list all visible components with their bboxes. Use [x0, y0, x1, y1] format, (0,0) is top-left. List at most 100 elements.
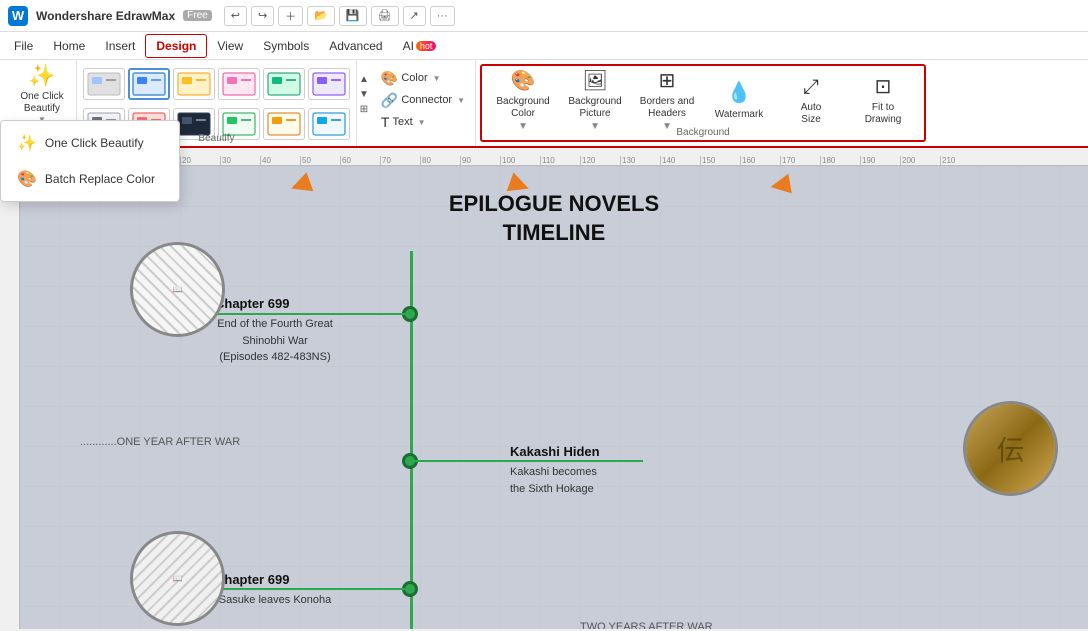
open-button[interactable]: 📂 [307, 6, 335, 26]
ribbon-background-section: 🎨 BackgroundColor ▼ 🖼 BackgroundPicture … [480, 64, 926, 142]
ruler-mark-140: 140 [660, 156, 675, 165]
auto-size-label: AutoSize [801, 102, 822, 126]
connector-button[interactable]: 🔗 Connector ▼ [377, 90, 469, 110]
text-button[interactable]: T Text ▼ [377, 112, 430, 132]
ruler-mark-170: 170 [780, 156, 795, 165]
title-line2: TIMELINE [503, 220, 606, 245]
beautify-style-6[interactable] [308, 68, 350, 100]
save-button[interactable]: 💾 [339, 6, 367, 26]
more-button[interactable]: ··· [430, 6, 455, 26]
color-icon: 🎨 [381, 70, 398, 87]
borders-headers-label: Borders andHeaders [640, 96, 694, 120]
canvas-background[interactable]: -20 -10 0 10 20 30 40 50 60 70 80 90 100… [0, 148, 1088, 629]
beautify-menu-icon: ✨ [17, 133, 37, 153]
batch-replace-color-label: Batch Replace Color [45, 172, 155, 186]
beautify-style-5[interactable] [263, 68, 305, 100]
beautify-grid [83, 64, 350, 100]
beautify-style-2[interactable] [128, 68, 170, 100]
menu-ai[interactable]: AI hot [393, 35, 447, 57]
watermark-icon: 💧 [727, 80, 752, 106]
menu-view[interactable]: View [207, 35, 253, 57]
ruler-mark-30: 30 [220, 156, 231, 165]
ruler-mark-110: 110 [540, 156, 555, 165]
manga-image-1: 📖 [133, 245, 222, 334]
redo-button[interactable]: ↪ [251, 6, 274, 26]
fit-drawing-icon: ⊡ [875, 74, 892, 100]
beautify-style-3[interactable] [173, 68, 215, 100]
export-button[interactable]: ↗ [403, 6, 426, 26]
print-button[interactable]: 🖨 [371, 6, 399, 26]
color-label: Color [401, 72, 427, 84]
auto-size-button[interactable]: ⤢ AutoSize [776, 70, 846, 130]
ruler-mark-190: 190 [860, 156, 875, 165]
borders-headers-button[interactable]: ⊞ Borders andHeaders ▼ [632, 70, 702, 130]
new-button[interactable]: ＋ [278, 6, 303, 26]
watermark-label: Watermark [715, 108, 764, 121]
title-bar: W Wondershare EdrawMax Free ↩ ↪ ＋ 📂 💾 🖨 … [0, 0, 1088, 32]
one-click-beautify-menu-label: One Click Beautify [45, 136, 144, 150]
auto-size-icon: ⤢ [803, 74, 819, 100]
ruler-mark-100: 100 [500, 156, 515, 165]
fit-drawing-button[interactable]: ⊡ Fit toDrawing [848, 70, 918, 130]
titlebar-controls: ↩ ↪ ＋ 📂 💾 🖨 ↗ ··· [224, 6, 455, 26]
manga-image-2: 伝 [966, 404, 1055, 493]
ribbon-color-section: 🎨 Color ▼ 🔗 Connector ▼ T Text ▼ [371, 60, 476, 146]
undo-button[interactable]: ↩ [224, 6, 247, 26]
manga-image-3: 📖 [133, 534, 222, 623]
ruler-mark-90: 90 [460, 156, 471, 165]
kakashi-desc: Kakashi becomesthe Sixth Hokage [510, 464, 597, 497]
background-picture-icon: 🖼 [582, 68, 607, 94]
ribbon-scroll-arrows: ▲ ▼ ⊞ [357, 60, 371, 146]
ruler-mark-120: 120 [580, 156, 595, 165]
manga-circle-2: 伝 [963, 401, 1058, 496]
ruler-mark-20: 20 [180, 156, 191, 165]
connector-right-kakashi [413, 460, 643, 462]
two-years-text: TWO YEARS AFTER WAR [580, 621, 713, 629]
menu-insert[interactable]: Insert [95, 35, 145, 57]
timeline-title: EPILOGUE NOVELS TIMELINE [449, 190, 659, 247]
background-label: Background [482, 127, 924, 138]
text-icon: T [381, 114, 390, 130]
color-arrow: ▼ [433, 74, 441, 83]
hot-badge: hot [416, 41, 437, 51]
menu-home[interactable]: Home [43, 35, 95, 57]
one-click-beautify-label: One ClickBeautify [20, 91, 63, 115]
background-color-icon: 🎨 [511, 68, 536, 94]
batch-replace-color-menu-item[interactable]: 🎨 Batch Replace Color [1, 161, 179, 197]
borders-icon: ⊞ [659, 68, 676, 94]
ruler-mark-180: 180 [820, 156, 835, 165]
manga-circle-3: 📖 [130, 531, 225, 626]
background-color-label: BackgroundColor [496, 96, 549, 120]
menu-advanced[interactable]: Advanced [319, 35, 392, 57]
watermark-button[interactable]: 💧 Watermark [704, 70, 774, 130]
beautify-style-1[interactable] [83, 68, 125, 100]
app-logo: W [8, 6, 28, 26]
fit-drawing-label: Fit toDrawing [865, 102, 902, 126]
ruler-mark-150: 150 [700, 156, 715, 165]
one-click-beautify-button[interactable]: ✨ One ClickBeautify ▼ [10, 64, 74, 124]
ruler-mark-130: 130 [620, 156, 635, 165]
background-picture-button[interactable]: 🖼 BackgroundPicture ▼ [560, 70, 630, 130]
scroll-down-button[interactable]: ▼ [359, 89, 369, 100]
menu-design[interactable]: Design [145, 34, 207, 58]
color-button[interactable]: 🎨 Color ▼ [377, 68, 445, 88]
beautify-style-4[interactable] [218, 68, 260, 100]
manga-circle-1: 📖 [130, 242, 225, 337]
menu-file[interactable]: File [4, 35, 43, 57]
scroll-up-button[interactable]: ▲ [359, 74, 369, 85]
expand-button[interactable]: ⊞ [360, 104, 368, 115]
menu-symbols[interactable]: Symbols [253, 35, 319, 57]
ruler-mark-40: 40 [260, 156, 271, 165]
desc-1: End of the Fourth GreatShinobhi War(Epis… [195, 316, 355, 366]
chapter699-label-2: Chapter 699 [215, 572, 289, 587]
background-color-button[interactable]: 🎨 BackgroundColor ▼ [488, 70, 558, 130]
connector-left-2 [215, 588, 410, 590]
ruler-mark-80: 80 [420, 156, 431, 165]
dropdown-overlay: ✨ One Click Beautify 🎨 Batch Replace Col… [0, 120, 180, 202]
one-click-beautify-menu-item[interactable]: ✨ One Click Beautify [1, 125, 179, 161]
batch-replace-icon: 🎨 [17, 169, 37, 189]
background-picture-label: BackgroundPicture [568, 96, 621, 120]
canvas-paper[interactable]: ◀ ▶ ◀ EPILOGUE NOVELS TIMELINE Chapter 6… [20, 166, 1088, 629]
text-label: Text [392, 116, 412, 128]
ruler-mark-60: 60 [340, 156, 351, 165]
